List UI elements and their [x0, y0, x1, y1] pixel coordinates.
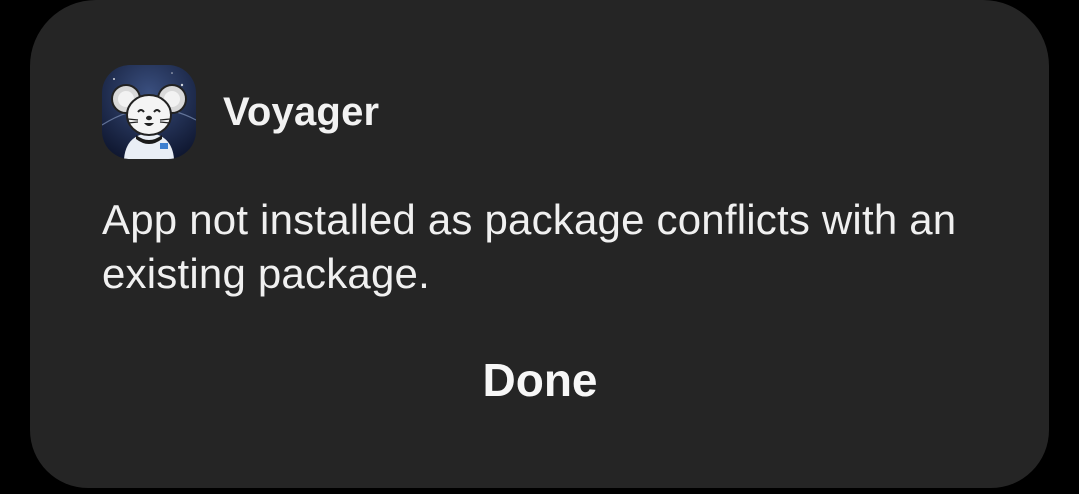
install-result-dialog: Voyager App not installed as package con… — [30, 0, 1049, 488]
dialog-message: App not installed as package conflicts w… — [102, 196, 957, 297]
dialog-header: Voyager — [102, 64, 379, 160]
voyager-app-icon — [102, 65, 196, 159]
done-button[interactable]: Done — [360, 340, 720, 420]
app-name: Voyager — [223, 89, 380, 134]
